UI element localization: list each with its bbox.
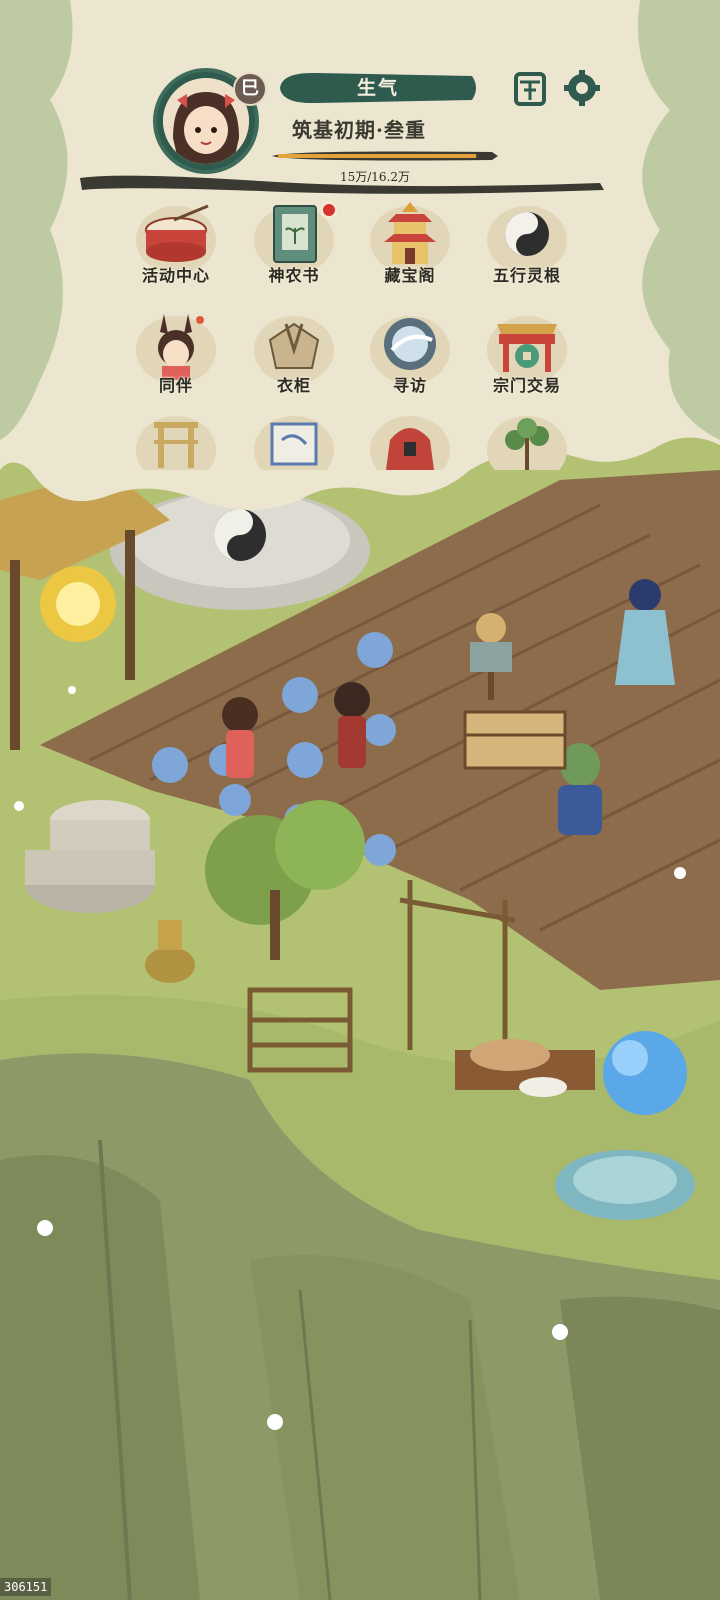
pouch-icon bbox=[370, 416, 450, 470]
five-elements-button[interactable]: 五行灵根 bbox=[472, 200, 582, 300]
companion-character[interactable] bbox=[222, 697, 258, 778]
scroll-feature-button[interactable] bbox=[239, 410, 349, 470]
treasure-pavilion-label: 藏宝阁 bbox=[384, 266, 436, 285]
zodiac-badge: 巳 bbox=[233, 72, 267, 106]
sect-trade-button[interactable]: 宗门交易 bbox=[472, 310, 582, 410]
five-elements-label: 五行灵根 bbox=[492, 266, 561, 285]
event-center-button[interactable]: 活动中心 bbox=[121, 200, 231, 300]
wooden-chest[interactable] bbox=[463, 710, 567, 770]
tree-feature-button[interactable] bbox=[472, 410, 582, 470]
exp-bar bbox=[272, 151, 498, 161]
companion-label: 同伴 bbox=[158, 376, 193, 395]
sect-trade-label: 宗门交易 bbox=[492, 376, 561, 395]
player-title: 生气 bbox=[356, 77, 399, 99]
spirit-orb[interactable] bbox=[603, 1031, 687, 1115]
shennong-book-label: 神农书 bbox=[268, 266, 320, 285]
gate-feature-button[interactable] bbox=[121, 410, 231, 470]
wardrobe-button[interactable]: 衣柜 bbox=[239, 310, 349, 410]
wardrobe-label: 衣柜 bbox=[276, 376, 311, 395]
gate-icon bbox=[136, 416, 216, 470]
shennong-book-button[interactable]: 神农书 bbox=[239, 200, 349, 300]
exp-bar-fill bbox=[278, 154, 477, 158]
visit-button[interactable]: 寻访 bbox=[355, 310, 465, 410]
exp-text-row: 15万/16.2万 bbox=[0, 168, 720, 185]
player-character[interactable] bbox=[334, 682, 370, 768]
sapling-icon bbox=[487, 416, 567, 470]
visit-label: 寻访 bbox=[392, 376, 427, 395]
cultivation-realm: 筑基初期·叁重 bbox=[292, 118, 426, 142]
treasure-pavilion-button[interactable]: 藏宝阁 bbox=[355, 200, 465, 300]
exp-value: 15万/16.2万 bbox=[339, 170, 411, 184]
event-center-label: 活动中心 bbox=[141, 266, 210, 285]
scroll-icon bbox=[254, 416, 334, 470]
companion-button[interactable]: 同伴 bbox=[121, 310, 231, 410]
weapon-pond bbox=[555, 1150, 695, 1220]
bag-feature-button[interactable] bbox=[355, 410, 465, 470]
build-id: 306151 bbox=[0, 1578, 52, 1596]
pavilion-icon[interactable] bbox=[510, 68, 550, 108]
gear-icon[interactable] bbox=[562, 68, 602, 108]
notification-dot bbox=[321, 202, 337, 218]
